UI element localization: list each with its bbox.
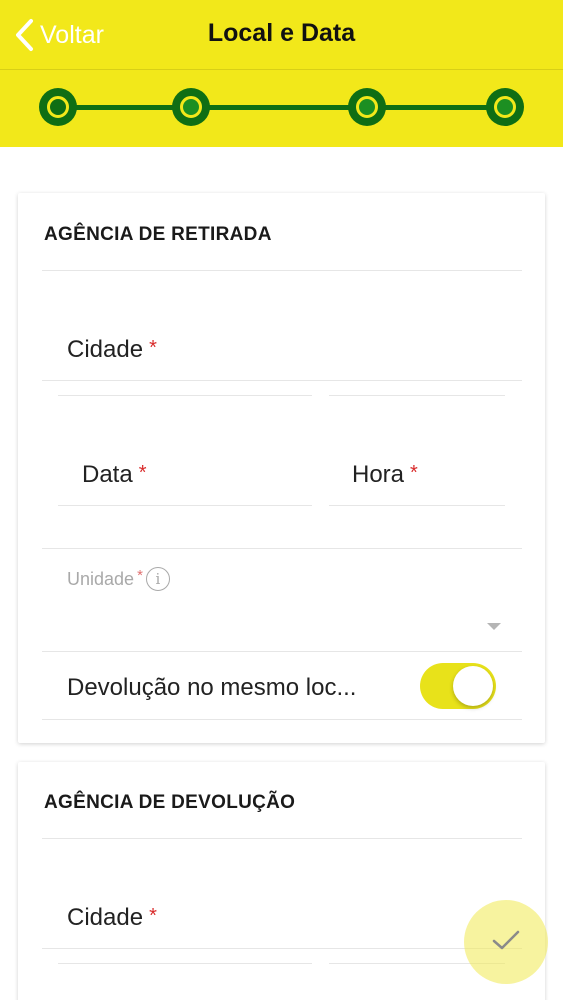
divider bbox=[42, 651, 522, 652]
pickup-unit-label: Unidade bbox=[67, 568, 135, 589]
required-mark: * bbox=[410, 462, 418, 484]
pickup-date-field[interactable]: Data * bbox=[82, 461, 147, 489]
divider bbox=[329, 395, 505, 396]
pickup-date-label: Data bbox=[82, 461, 133, 488]
check-icon bbox=[491, 928, 521, 957]
step-1-current bbox=[39, 88, 77, 126]
pickup-city-label: Cidade bbox=[67, 336, 144, 363]
page-title: Local e Data bbox=[207, 19, 356, 47]
pickup-date-underline bbox=[58, 505, 312, 506]
pickup-time-label: Hora bbox=[352, 461, 405, 488]
divider bbox=[42, 838, 522, 839]
pickup-city-underline bbox=[42, 380, 522, 381]
dropoff-city-field[interactable]: Cidade * bbox=[67, 904, 157, 932]
same-location-label: Devolução no mesmo loc... bbox=[67, 674, 357, 701]
divider bbox=[42, 270, 522, 271]
info-icon[interactable]: i bbox=[145, 567, 170, 591]
dropoff-section-title: AGÊNCIA DE DEVOLUÇÃO bbox=[44, 792, 296, 813]
stepper-line bbox=[58, 105, 504, 110]
confirm-button[interactable] bbox=[464, 900, 548, 984]
step-4 bbox=[486, 88, 524, 126]
divider bbox=[58, 395, 312, 396]
dropoff-city-label: Cidade bbox=[67, 904, 144, 931]
required-mark: * bbox=[138, 462, 147, 484]
divider bbox=[42, 548, 522, 549]
same-location-toggle[interactable] bbox=[420, 663, 496, 709]
pickup-unit-field[interactable]: Unidade * i bbox=[67, 567, 170, 591]
required-mark: * bbox=[137, 566, 143, 584]
pickup-time-underline bbox=[329, 505, 505, 506]
divider bbox=[42, 719, 522, 720]
required-mark: * bbox=[149, 337, 157, 359]
progress-stepper bbox=[0, 70, 563, 147]
step-2 bbox=[172, 88, 210, 126]
dropoff-agency-card: AGÊNCIA DE DEVOLUÇÃO Cidade * bbox=[18, 762, 545, 1000]
dropoff-city-underline bbox=[42, 948, 522, 949]
required-mark: * bbox=[149, 905, 157, 927]
navigation-bar: Voltar Local e Data bbox=[0, 0, 563, 70]
pickup-agency-card: AGÊNCIA DE RETIRADA Cidade * Data * Hora * … bbox=[18, 193, 545, 743]
pickup-city-field[interactable]: Cidade * bbox=[67, 336, 157, 364]
toggle-knob bbox=[453, 666, 493, 706]
divider bbox=[58, 963, 312, 964]
pickup-time-field[interactable]: Hora * bbox=[352, 461, 418, 489]
step-3 bbox=[348, 88, 386, 126]
caret-down-icon[interactable] bbox=[487, 623, 501, 630]
pickup-section-title: AGÊNCIA DE RETIRADA bbox=[44, 224, 272, 245]
